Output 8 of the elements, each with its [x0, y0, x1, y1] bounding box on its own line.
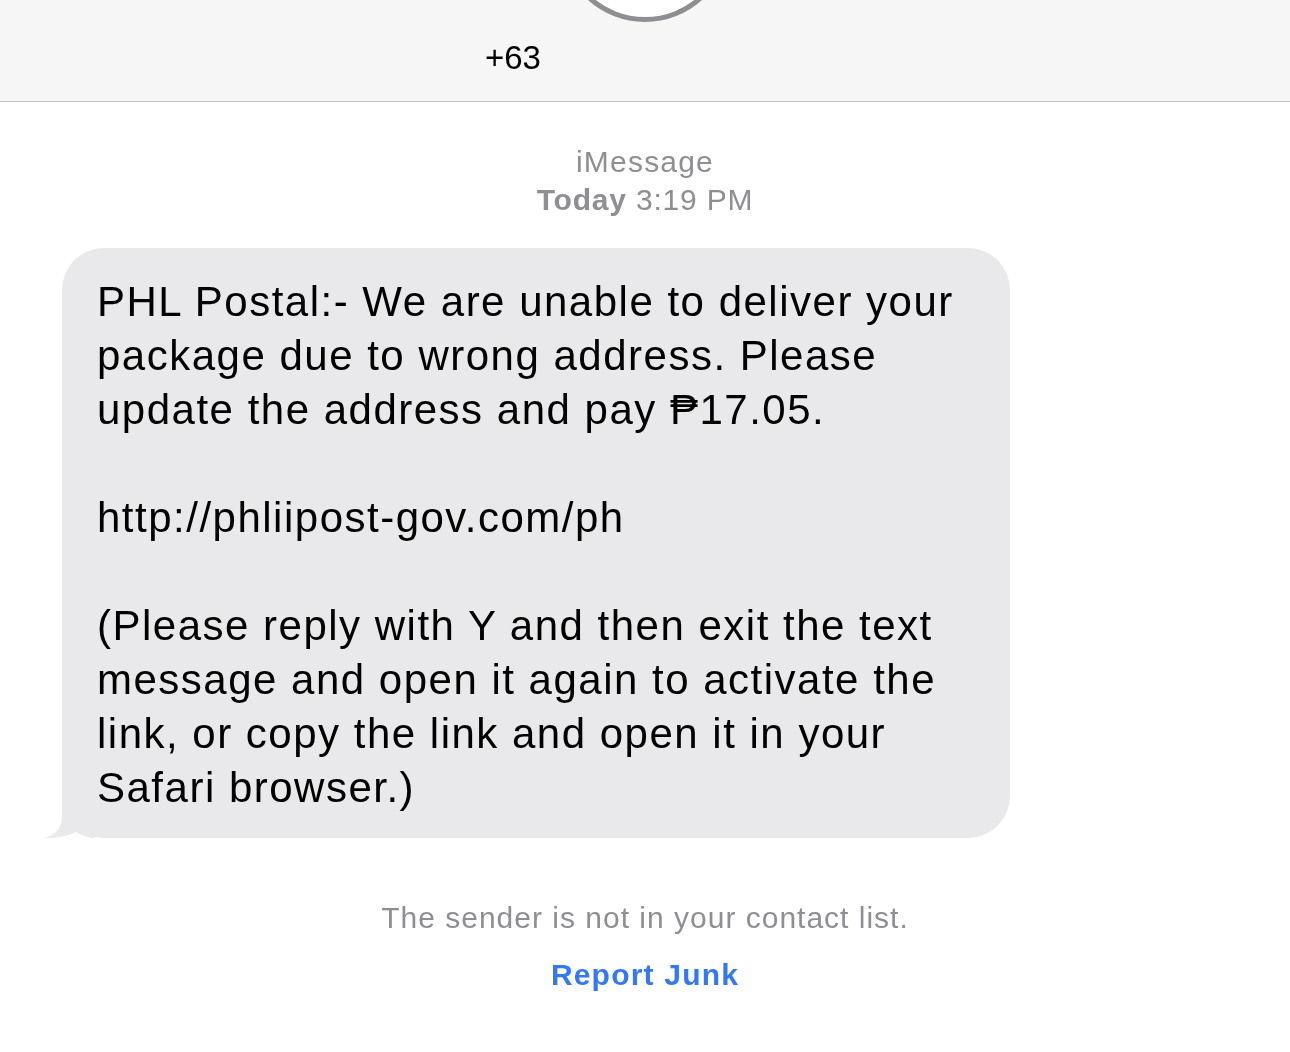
report-junk-link[interactable]: Report Junk: [550, 955, 740, 995]
unknown-sender-notice: The sender is not in your contact list.: [381, 900, 909, 936]
message-text: http://phliipost-gov.com/ph: [97, 493, 626, 543]
message-text: (Please reply with Y and then exit the text message and open it again to activate the link, or copy the link and open it in your Safari browser.): [97, 601, 938, 813]
service-label: iMessage: [576, 144, 714, 180]
contact-name[interactable]: +63: [485, 39, 541, 76]
timestamp: Today 3:19 PM: [536, 182, 754, 218]
message-text: PHL Postal:- We are unable to deliver your package due to wrong address. Please update the address and pay ₱17.05.: [97, 277, 955, 435]
